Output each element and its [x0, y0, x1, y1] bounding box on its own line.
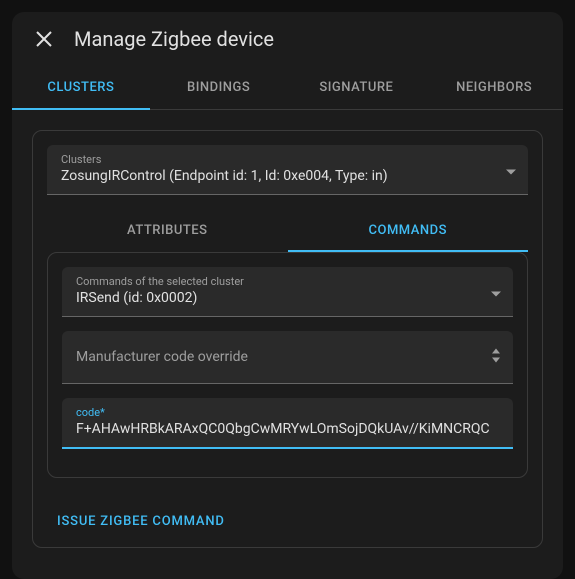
tab-attributes[interactable]: ATTRIBUTES [47, 209, 288, 252]
cluster-inner-tabs: ATTRIBUTES COMMANDS [47, 209, 528, 252]
dialog-title: Manage Zigbee device [74, 27, 274, 51]
commands-select[interactable]: Commands of the selected cluster IRSend … [62, 267, 513, 317]
manage-zigbee-dialog: Manage Zigbee device CLUSTERS BINDINGS S… [12, 12, 563, 579]
action-row: ISSUE ZIGBEE COMMAND [33, 492, 542, 547]
close-button[interactable] [32, 27, 56, 51]
chevron-down-icon [491, 282, 501, 301]
commands-card: Commands of the selected cluster IRSend … [47, 252, 528, 478]
clusters-card: Clusters ZosungIRControl (Endpoint id: 1… [32, 130, 543, 548]
clusters-select[interactable]: Clusters ZosungIRControl (Endpoint id: 1… [47, 145, 528, 195]
tab-clusters[interactable]: CLUSTERS [12, 66, 150, 109]
tab-bindings[interactable]: BINDINGS [150, 66, 288, 109]
dialog-header: Manage Zigbee device [12, 12, 563, 66]
close-icon [35, 30, 53, 48]
dialog-content: Clusters ZosungIRControl (Endpoint id: 1… [12, 110, 563, 579]
main-tabs: CLUSTERS BINDINGS SIGNATURE NEIGHBORS [12, 66, 563, 110]
chevron-down-icon [506, 160, 516, 179]
clusters-select-value: ZosungIRControl (Endpoint id: 1, Id: 0xe… [61, 168, 514, 184]
stepper-icon[interactable] [491, 349, 501, 366]
code-field[interactable]: code* F+AHAwHRBkARAxQC0QbgCwMRYwLOmSojDQ… [62, 398, 513, 449]
code-field-label: code* [76, 406, 499, 419]
tab-neighbors[interactable]: NEIGHBORS [425, 66, 563, 109]
commands-select-value: IRSend (id: 0x0002) [76, 290, 499, 306]
issue-zigbee-command-button[interactable]: ISSUE ZIGBEE COMMAND [57, 514, 225, 529]
manufacturer-code-field[interactable]: Manufacturer code override [62, 331, 513, 384]
manufacturer-code-placeholder: Manufacturer code override [76, 349, 499, 365]
code-field-value: F+AHAwHRBkARAxQC0QbgCwMRYwLOmSojDQkUAv//… [76, 421, 499, 437]
tab-commands[interactable]: COMMANDS [288, 209, 529, 252]
tab-signature[interactable]: SIGNATURE [288, 66, 426, 109]
clusters-select-label: Clusters [61, 153, 514, 166]
commands-select-label: Commands of the selected cluster [76, 275, 499, 288]
